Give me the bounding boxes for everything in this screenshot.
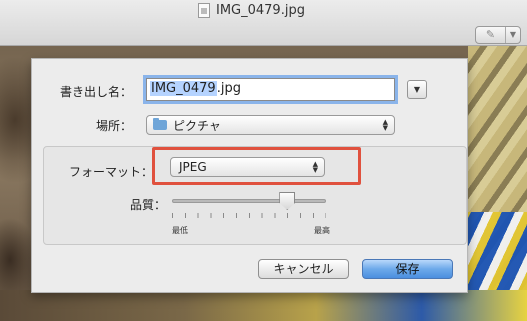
- export-name-input[interactable]: IMG_0479.jpg: [146, 78, 395, 101]
- export-name-label: 書き出し名：: [59, 85, 132, 99]
- folder-icon: [153, 118, 167, 130]
- format-popup[interactable]: JPEG ▲ ▼: [170, 157, 325, 177]
- format-label: フォーマット：: [69, 165, 154, 179]
- location-popup[interactable]: ピクチャ ▲ ▼: [146, 115, 395, 135]
- chevron-down-icon[interactable]: ▼: [506, 27, 520, 43]
- quality-slider-thumb[interactable]: [279, 192, 296, 210]
- window-title: IMG_0479.jpg: [216, 3, 305, 18]
- quality-slider[interactable]: [172, 192, 326, 210]
- pencil-icon[interactable]: ✎: [476, 27, 506, 43]
- quality-label: 品質：: [130, 198, 167, 212]
- format-options-box: フォーマット： JPEG ▲ ▼ 品質： 最低 最高: [43, 146, 467, 245]
- location-label: 場所：: [95, 119, 132, 133]
- location-value: ピクチャ: [173, 118, 221, 133]
- export-name-selected[interactable]: IMG_0479: [150, 81, 217, 96]
- title-wrap: IMG_0479.jpg: [198, 3, 305, 18]
- background-photo-bottom: [0, 290, 527, 321]
- format-value: JPEG: [179, 160, 207, 174]
- export-name-extension[interactable]: .jpg: [217, 81, 241, 96]
- updown-arrows-icon: ▲ ▼: [382, 118, 388, 132]
- save-button[interactable]: 保存: [362, 259, 453, 279]
- format-updown-arrows-icon: ▲ ▼: [312, 160, 318, 174]
- quality-min-label: 最低: [172, 226, 188, 235]
- export-sheet: 書き出し名： IMG_0479.jpg ▼ 場所： ピクチャ ▲ ▼ フォーマット…: [31, 58, 468, 293]
- quality-slider-ticks: [172, 213, 326, 218]
- cancel-button[interactable]: キャンセル: [258, 259, 349, 279]
- expand-dialog-button[interactable]: ▼: [407, 80, 427, 99]
- document-icon: [198, 3, 210, 18]
- edit-button[interactable]: ✎ ▼: [475, 26, 521, 44]
- title-bar: IMG_0479.jpg ✎ ▼: [0, 0, 527, 46]
- quality-max-label: 最高: [314, 226, 330, 235]
